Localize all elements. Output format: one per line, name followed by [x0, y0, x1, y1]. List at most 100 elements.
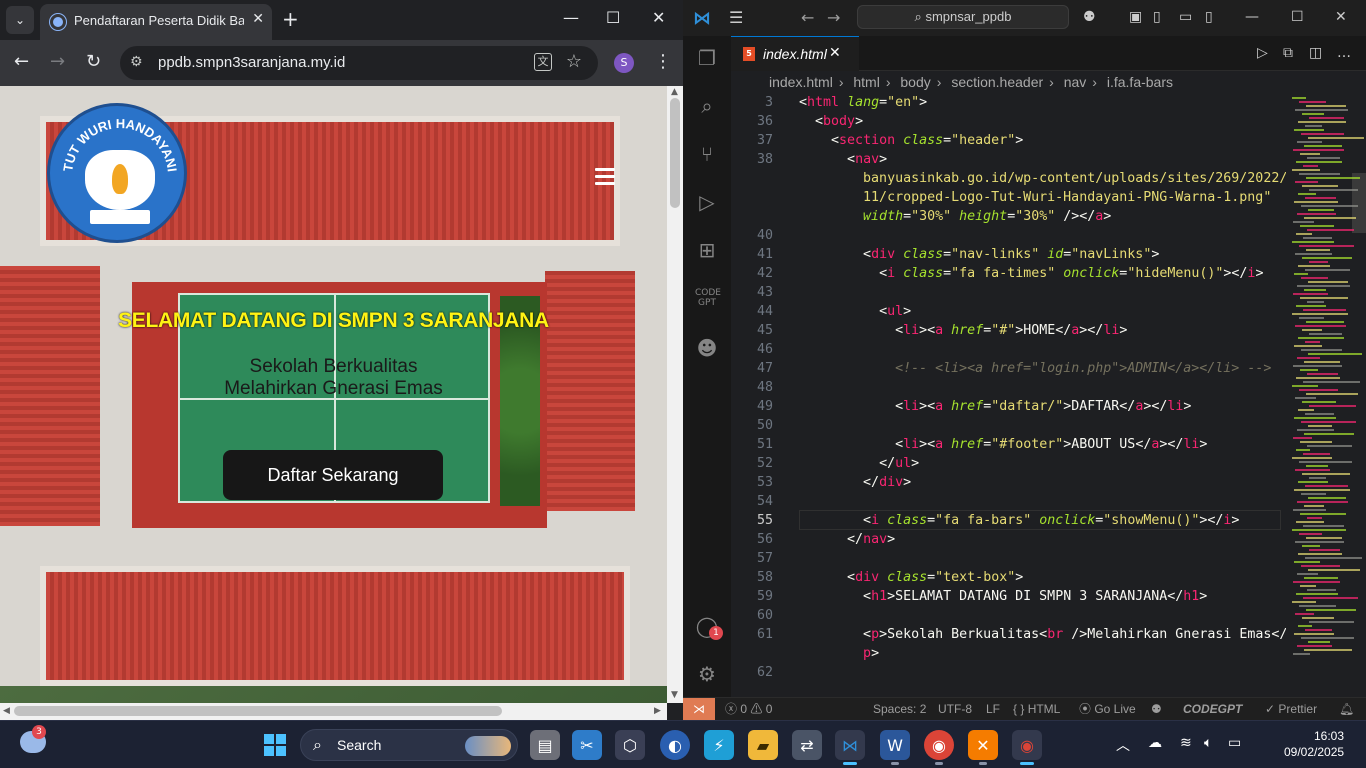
chrome-icon[interactable]: ◉ — [924, 730, 954, 765]
minimize-button[interactable]: — — [1245, 9, 1259, 25]
extensions-icon[interactable]: ⊞ — [695, 238, 719, 262]
toggle-secondary-sidebar-icon[interactable]: ▯ — [1205, 9, 1213, 25]
code-line[interactable]: 3 <html lang="en"> — [731, 93, 1286, 112]
code-line[interactable]: width="30%" height="30%" /></a> — [731, 207, 1286, 226]
code-editor[interactable]: 3 <html lang="en"> 36 <body> 37 <section cl… — [731, 93, 1286, 697]
copilot-chat-icon[interactable]: ☻ — [695, 336, 719, 360]
horizontal-scrollbar[interactable]: ◀ ▶ — [0, 703, 667, 720]
code-line[interactable]: 61 <p>Sekolah Berkualitas<br />Melahirka… — [731, 625, 1286, 644]
cloud-sync-icon[interactable]: ☁ — [1148, 735, 1162, 751]
code-line[interactable]: p> — [731, 644, 1286, 663]
tab-search-button[interactable]: ⌄ — [6, 6, 34, 34]
notifications-bell-icon[interactable]: 🔔︎ — [1339, 698, 1354, 720]
address-bar[interactable]: ⚙ ppdb.smpn3saranjana.my.id 文 ☆ — [120, 46, 598, 80]
taskbar-search[interactable]: ⌕ Search — [300, 729, 518, 761]
code-line[interactable]: 50 — [731, 416, 1286, 435]
word-icon[interactable]: W — [880, 730, 910, 765]
split-editor-icon[interactable]: ◫ — [1309, 45, 1322, 61]
eol-status[interactable]: LF — [986, 698, 1000, 720]
command-center-search[interactable]: ⌕ smpnsar_ppdb — [857, 5, 1069, 29]
xampp-icon[interactable]: ✕ — [968, 730, 998, 765]
weather-widget-icon[interactable]: 3 — [20, 725, 46, 753]
nav-back-icon[interactable]: ← — [801, 8, 814, 27]
encoding-status[interactable]: UTF-8 — [938, 698, 972, 720]
breadcrumb-item[interactable]: index.html — [769, 74, 833, 90]
codegpt-status[interactable]: CODEGPT — [1183, 698, 1242, 720]
code-line[interactable]: 41 <div class="nav-links" id="navLinks"> — [731, 245, 1286, 264]
profile-avatar[interactable]: S — [614, 53, 634, 73]
reload-icon[interactable]: ↻ — [86, 52, 101, 72]
copilot-status-icon[interactable]: ⚉ — [1151, 698, 1162, 720]
daftar-sekarang-button[interactable]: Daftar Sekarang — [223, 450, 443, 500]
code-line[interactable]: 43 — [731, 283, 1286, 302]
forward-arrow-icon[interactable]: → — [50, 52, 65, 72]
search-icon[interactable]: ⌕ — [695, 94, 719, 118]
url-text[interactable]: ppdb.smpn3saranjana.my.id — [158, 54, 345, 71]
explorer-icon[interactable]: ❐ — [695, 46, 719, 70]
minimize-button[interactable]: — — [563, 8, 579, 27]
chrome-profile-icon[interactable]: ◉ — [1012, 730, 1042, 765]
maximize-button[interactable]: ☐ — [606, 8, 620, 27]
source-control-icon[interactable]: ⑂ — [695, 142, 719, 166]
close-window-button[interactable]: ✕ — [652, 8, 665, 27]
breadcrumb-item[interactable]: section.header — [951, 74, 1043, 90]
breadcrumb-item[interactable]: html — [853, 74, 879, 90]
code-line[interactable]: 55 <i class="fa fa-bars" onclick="showMe… — [731, 511, 1286, 530]
toggle-panel-icon[interactable]: ▭ — [1179, 9, 1192, 25]
start-button[interactable] — [264, 734, 286, 756]
code-line[interactable]: 46 — [731, 340, 1286, 359]
bookmark-star-icon[interactable]: ☆ — [566, 51, 582, 72]
remote-indicator-icon[interactable]: ⋊ — [683, 698, 715, 720]
more-actions-icon[interactable]: … — [1337, 45, 1351, 61]
code-line[interactable]: 59 <h1>SELAMAT DATANG DI SMPN 3 SARANJAN… — [731, 587, 1286, 606]
prettier-status[interactable]: ✓ Prettier — [1265, 698, 1317, 720]
wifi-icon[interactable]: ≋ — [1180, 735, 1192, 751]
code-line[interactable]: 57 — [731, 549, 1286, 568]
new-tab-button[interactable]: + — [282, 8, 299, 30]
toggle-sidebar-icon[interactable]: ▯ — [1153, 9, 1161, 25]
code-line[interactable]: 44 <ul> — [731, 302, 1286, 321]
tab-close-icon[interactable]: ✕ — [252, 11, 264, 27]
open-preview-icon[interactable]: ⧉ — [1283, 45, 1293, 61]
hamburger-menu-icon[interactable]: ☰ — [729, 8, 743, 27]
code-line[interactable]: 62 — [731, 663, 1286, 682]
problems-indicator[interactable]: ⓧ 0 ⚠ 0 — [725, 698, 772, 720]
go-live-button[interactable]: ⦿ Go Live — [1079, 698, 1136, 720]
system-clock[interactable]: 16:03 09/02/2025 — [1284, 728, 1344, 760]
network-app-icon[interactable]: ⇄ — [792, 730, 822, 760]
code-line[interactable]: 54 — [731, 492, 1286, 511]
indentation-status[interactable]: Spaces: 2 — [873, 698, 926, 720]
code-line[interactable]: 11/cropped-Logo-Tut-Wuri-Handayani-PNG-W… — [731, 188, 1286, 207]
snipping-tool-icon[interactable]: ✂ — [572, 730, 602, 760]
file-explorer-icon[interactable]: ▰ — [748, 730, 778, 760]
translate-icon[interactable]: 文 — [534, 53, 552, 71]
minimap[interactable] — [1286, 93, 1366, 697]
maximize-button[interactable]: ☐ — [1291, 9, 1304, 25]
run-icon[interactable]: ▷ — [1257, 45, 1268, 61]
editor-scroll-thumb[interactable] — [1352, 173, 1366, 233]
code-line[interactable]: 36 <body> — [731, 112, 1286, 131]
code-line[interactable]: 60 — [731, 606, 1286, 625]
more-menu-icon[interactable]: ⋮ — [654, 51, 672, 72]
code-line[interactable]: 37 <section class="header"> — [731, 131, 1286, 150]
edge-icon[interactable]: ◐ — [660, 730, 690, 760]
virtualbox-icon[interactable]: ⬡ — [615, 730, 645, 760]
settings-gear-icon[interactable]: ⚙ — [695, 662, 719, 686]
show-hidden-icons-chevron[interactable]: ︿ — [1116, 735, 1130, 755]
code-line[interactable]: 52 </ul> — [731, 454, 1286, 473]
codegpt-icon[interactable]: CODE GPT — [695, 288, 721, 312]
code-line[interactable]: 40 — [731, 226, 1286, 245]
back-arrow-icon[interactable]: ← — [14, 52, 29, 72]
browser-tab[interactable]: Pendaftaran Peserta Didik Baru ✕ — [40, 4, 272, 40]
code-line[interactable]: 53 </div> — [731, 473, 1286, 492]
battery-icon[interactable]: ▭ — [1228, 735, 1241, 751]
tab-close-icon[interactable]: ✕ — [829, 45, 841, 61]
nav-forward-icon[interactable]: → — [827, 8, 840, 27]
code-line[interactable]: 45 <li><a href="#">HOME</a></li> — [731, 321, 1286, 340]
code-line[interactable]: 51 <li><a href="#footer">ABOUT US</a></l… — [731, 435, 1286, 454]
vscode-taskbar-icon[interactable]: ⋈ — [835, 730, 865, 765]
run-debug-icon[interactable]: ▷ — [695, 190, 719, 214]
code-line[interactable]: 47 <!-- <li><a href="login.php">ADMIN</a… — [731, 359, 1286, 378]
code-line[interactable]: 42 <i class="fa fa-times" onclick="hideM… — [731, 264, 1286, 283]
code-line[interactable]: 49 <li><a href="daftar/">DAFTAR</a></li> — [731, 397, 1286, 416]
